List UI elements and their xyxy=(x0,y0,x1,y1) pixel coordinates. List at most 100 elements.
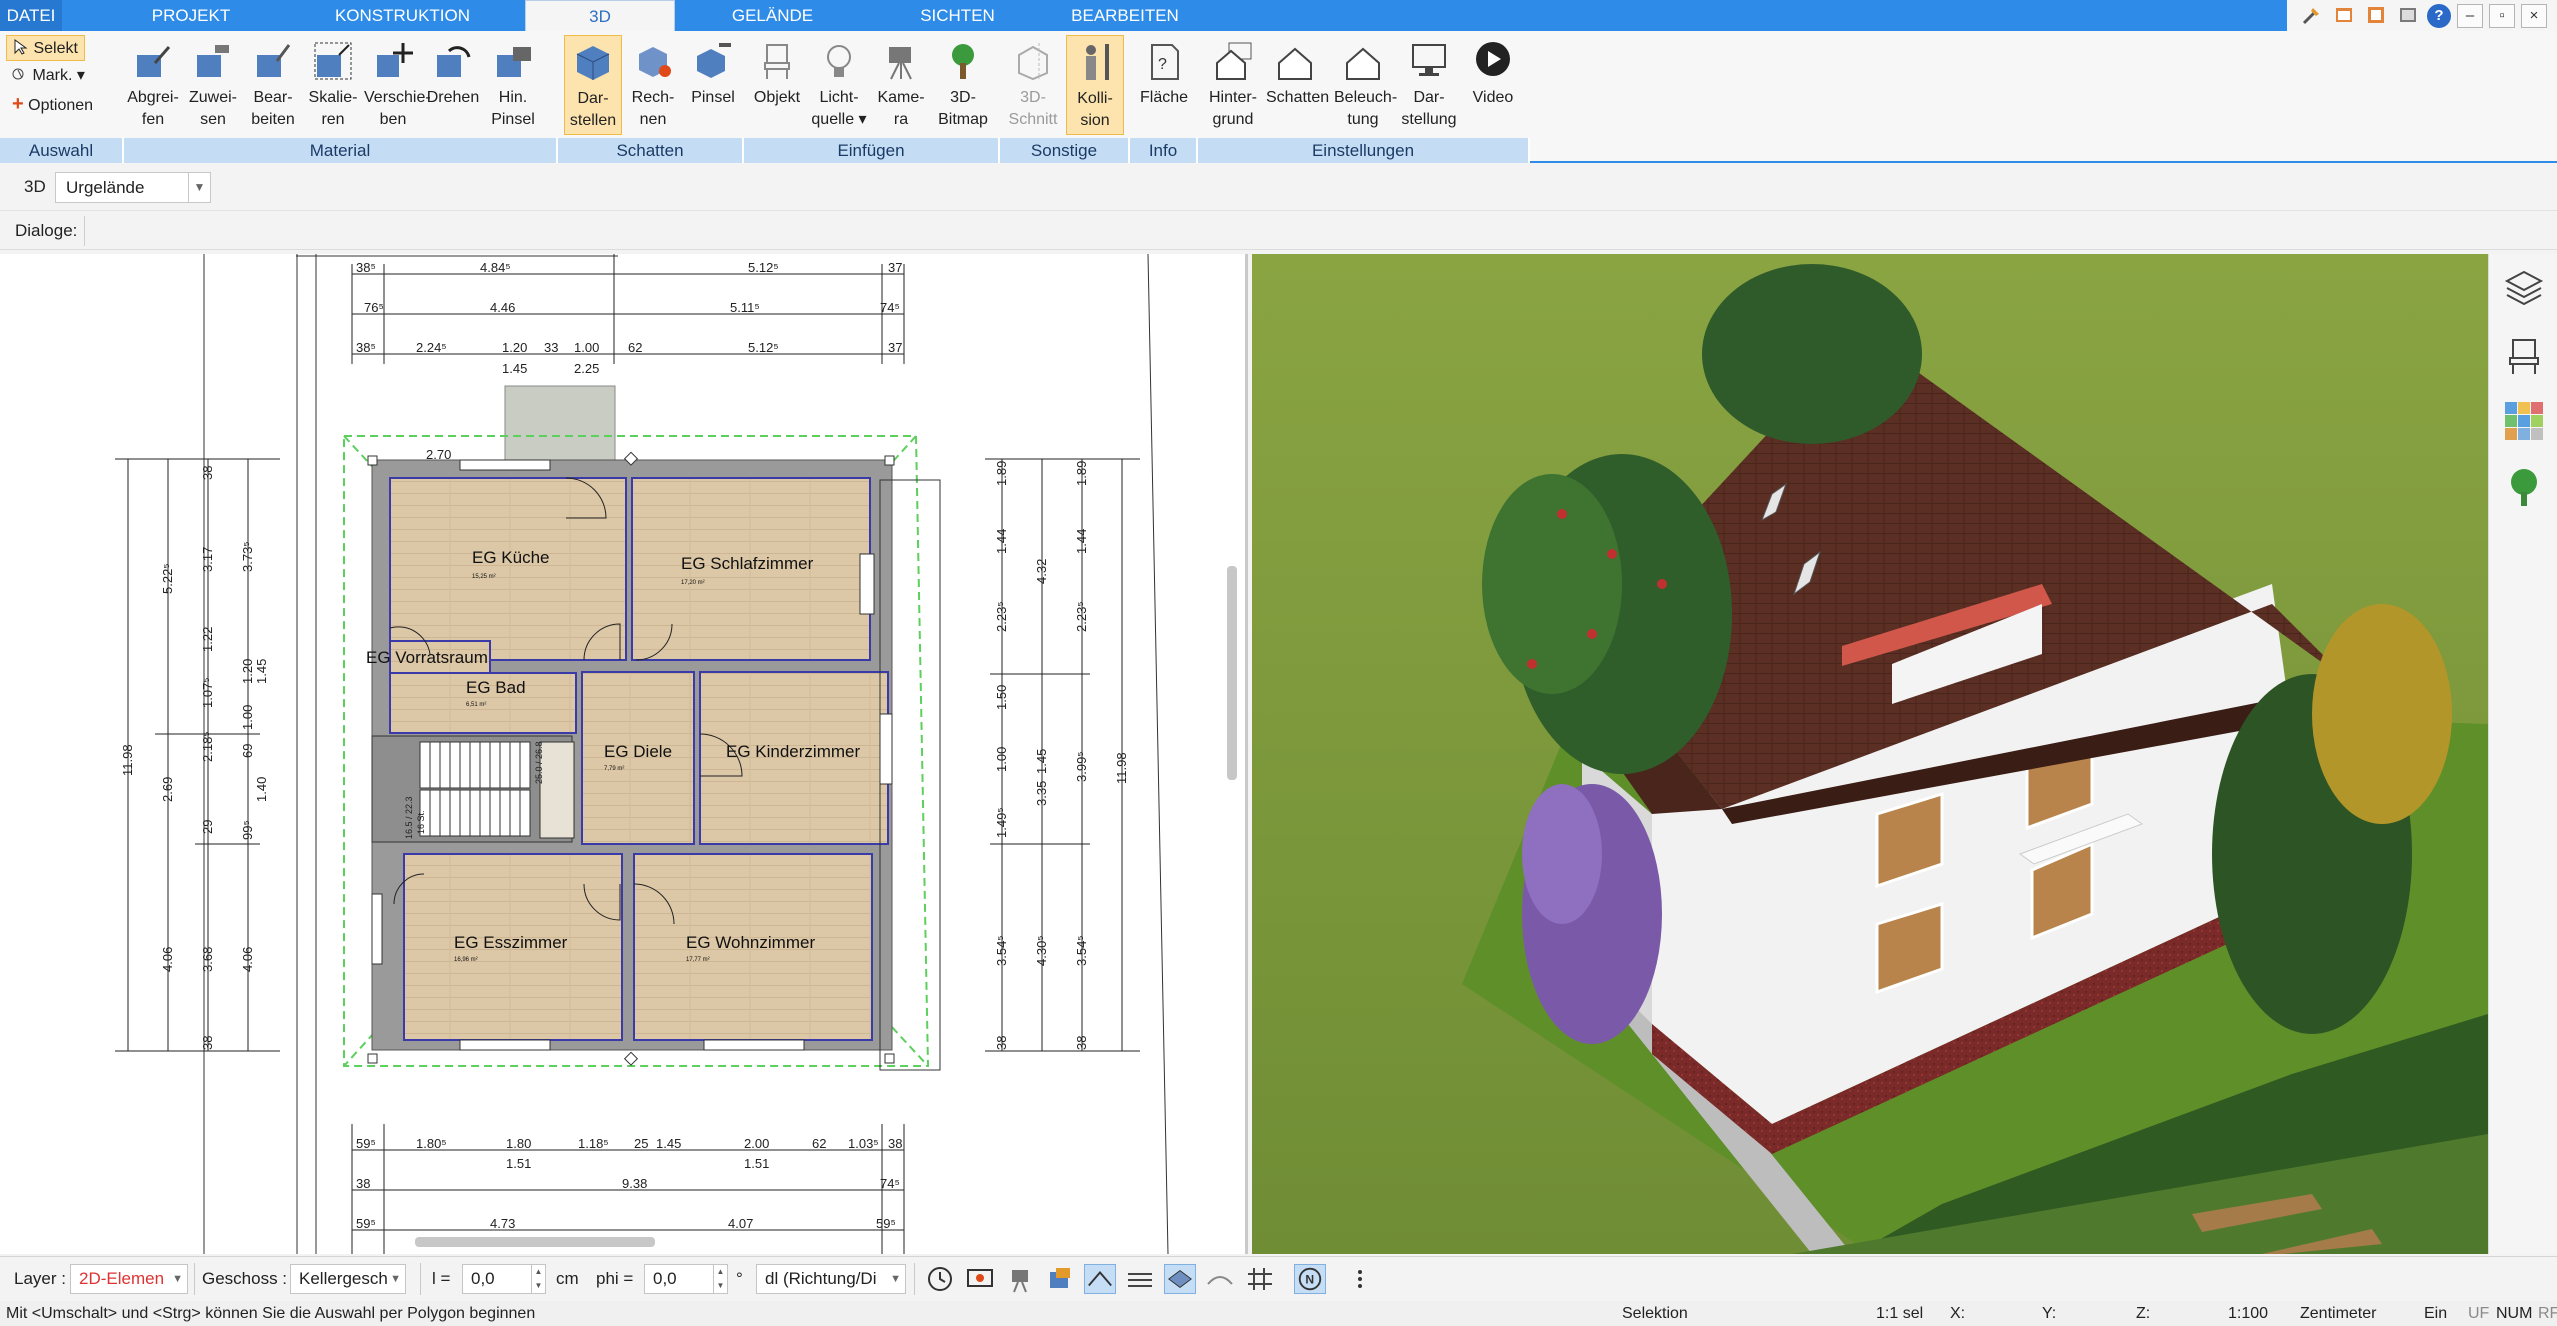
shadow-compute-button[interactable]: Rech-nen xyxy=(624,35,682,135)
dialogs-label: Dialoge: xyxy=(15,221,78,240)
material-edit-button[interactable]: Bear-beiten xyxy=(244,35,302,135)
room-label: EG Wohnzimmer xyxy=(686,933,815,952)
clock-icon[interactable] xyxy=(924,1264,956,1294)
svg-text:25: 25 xyxy=(634,1136,648,1151)
status-x: X: xyxy=(1950,1305,1966,1322)
close-button[interactable]: × xyxy=(2521,3,2547,28)
restore-button[interactable]: ▫ xyxy=(2489,3,2515,28)
options-button[interactable]: + Optionen xyxy=(6,91,99,117)
minimize-button[interactable]: – xyxy=(2457,3,2483,28)
floor-plan-canvas[interactable]: 38⁵ 4.84⁵ 5.12⁵ 37 76⁵ 4.46 5.11⁵ 74⁵ 38… xyxy=(0,254,1248,1254)
tab-datei[interactable]: DATEI xyxy=(0,0,62,31)
svg-text:2.69: 2.69 xyxy=(160,777,175,802)
svg-text:3.54⁵: 3.54⁵ xyxy=(994,935,1009,966)
shadow-display-button[interactable]: Dar-stellen xyxy=(564,35,622,135)
3d-section-button[interactable]: 3D- Schnitt xyxy=(1004,35,1062,135)
insert-3d-bitmap-button[interactable]: 3D- Bitmap xyxy=(934,35,992,135)
lighting-settings-button[interactable]: Beleuch-tung xyxy=(1334,35,1397,135)
help-icon[interactable]: ? xyxy=(2427,3,2451,28)
shadow-brush-button[interactable]: Pinsel xyxy=(684,35,742,135)
material-rotate-button[interactable]: Drehen xyxy=(424,35,482,135)
room-area: 6,51 m² xyxy=(466,702,486,708)
plane-view-icon[interactable] xyxy=(1164,1264,1196,1294)
insert-light-button[interactable]: Licht-quelle ▾ xyxy=(810,35,868,135)
mark-tool-button[interactable]: Mark. ▾ xyxy=(6,63,91,89)
grid-icon[interactable] xyxy=(1244,1264,1276,1294)
material-scale-button[interactable]: Skalie-ren xyxy=(304,35,362,135)
window-layout-icon[interactable] xyxy=(2363,4,2389,28)
tab-konstruktion[interactable]: KONSTRUKTION xyxy=(320,0,485,31)
material-pick-button[interactable]: Abgrei-fen xyxy=(124,35,182,135)
shadow-settings-button[interactable]: Schatten xyxy=(1266,35,1329,135)
tab-3d[interactable]: 3D xyxy=(525,0,675,31)
tab-gelaende[interactable]: GELÄNDE xyxy=(710,0,835,31)
background-settings-button[interactable]: Hinter-grund xyxy=(1204,35,1262,135)
tools-icon[interactable] xyxy=(2299,4,2325,28)
area-info-button[interactable]: ? Fläche xyxy=(1135,35,1193,135)
more-options-icon[interactable] xyxy=(1344,1264,1376,1294)
svg-text:3.17: 3.17 xyxy=(200,547,215,572)
floor-select[interactable]: Kellergesch ▼ xyxy=(290,1264,406,1294)
staircase[interactable]: 16.5 / 22.3 16 St. 25.0 / 26.8 xyxy=(371,735,575,843)
collision-button[interactable]: Kolli-sion xyxy=(1066,35,1124,135)
direction-select[interactable]: dl (Richtung/Di ▼ xyxy=(756,1264,906,1294)
svg-text:38⁵: 38⁵ xyxy=(356,340,376,355)
divider xyxy=(84,216,85,246)
shadow-brush-icon xyxy=(697,43,731,78)
degree-label: ° xyxy=(736,1269,743,1288)
svg-text:3.73⁵: 3.73⁵ xyxy=(240,541,255,572)
layout-icon[interactable] xyxy=(2331,4,2357,28)
plants-tree-icon[interactable] xyxy=(2503,466,2545,508)
3d-scene[interactable] xyxy=(1252,254,2488,1254)
svg-text:76⁵: 76⁵ xyxy=(364,300,384,315)
plan-horizontal-scrollbar[interactable] xyxy=(415,1237,655,1247)
terrain-select[interactable]: Urgelände ▼ xyxy=(55,172,211,203)
settings-icon[interactable] xyxy=(2395,4,2421,28)
status-hint: Mit <Umschalt> und <Strg> können Sie die… xyxy=(6,1305,536,1322)
spinner[interactable]: ▲ ▼ xyxy=(713,1265,727,1293)
layer-label: Layer : xyxy=(14,1269,66,1288)
floor-plan-view[interactable]: 38⁵ 4.84⁵ 5.12⁵ 37 76⁵ 4.46 5.11⁵ 74⁵ 38… xyxy=(0,254,1248,1254)
ribbon-group-info: ? Fläche Info xyxy=(1130,31,1198,163)
wireframe-icon[interactable] xyxy=(1084,1264,1116,1294)
3d-view[interactable] xyxy=(1252,254,2488,1254)
monitor-sun-icon[interactable] xyxy=(964,1264,996,1294)
angle-input[interactable]: 0,0 ▲ ▼ xyxy=(644,1264,728,1294)
furniture-chair-icon[interactable] xyxy=(2503,334,2545,376)
length-input[interactable]: 0,0 ▲ ▼ xyxy=(462,1264,546,1294)
svg-text:69: 69 xyxy=(240,744,255,758)
camera-view-icon[interactable] xyxy=(1004,1264,1036,1294)
status-ein: Ein xyxy=(2424,1305,2448,1322)
chair-icon xyxy=(764,44,790,79)
video-button[interactable]: Video xyxy=(1464,35,1522,135)
svg-text:37: 37 xyxy=(888,340,902,355)
insert-camera-button[interactable]: Kame-ra xyxy=(872,35,930,135)
area-icon: ? xyxy=(1151,44,1179,80)
hatch-icon[interactable] xyxy=(1124,1264,1156,1294)
spinner[interactable]: ▲ ▼ xyxy=(531,1265,545,1293)
insert-object-button[interactable]: Objekt xyxy=(748,35,806,135)
svg-text:3.68: 3.68 xyxy=(200,947,215,972)
tab-sichten[interactable]: SICHTEN xyxy=(900,0,1015,31)
tab-projekt[interactable]: PROJEKT xyxy=(130,0,252,31)
materials-palette-icon[interactable] xyxy=(2503,400,2545,442)
status-unit: Zentimeter xyxy=(2300,1305,2377,1322)
object-view-icon[interactable] xyxy=(1044,1264,1076,1294)
material-move-button[interactable]: Verschie-ben xyxy=(364,35,431,135)
material-assign-button[interactable]: Zuwei-sen xyxy=(184,35,242,135)
tab-bearbeiten[interactable]: BEARBEITEN xyxy=(1050,0,1200,31)
select-tool-button[interactable]: Selekt xyxy=(6,35,85,61)
layers-icon[interactable] xyxy=(2503,268,2545,310)
layer-select[interactable]: 2D-Elemen ▼ xyxy=(70,1264,188,1294)
hint-brush-button[interactable]: Hin. Pinsel xyxy=(484,35,542,135)
group-label-sonstige: Sonstige xyxy=(1000,138,1130,163)
display-settings-button[interactable]: Dar-stellung xyxy=(1400,35,1458,135)
status-bar: Mit <Umschalt> und <Strg> können Sie die… xyxy=(0,1301,2557,1326)
svg-text:1.20: 1.20 xyxy=(502,340,527,355)
room-kueche[interactable] xyxy=(389,477,627,661)
ribbon-group-einfuegen: Objekt Licht-quelle ▾ Kame-ra 3D- Bitmap … xyxy=(744,31,1000,163)
north-icon[interactable]: N xyxy=(1294,1264,1326,1294)
entrance-porch xyxy=(504,385,616,463)
terrain-view-icon[interactable] xyxy=(1204,1264,1236,1294)
plan-vertical-scrollbar[interactable] xyxy=(1227,566,1237,780)
